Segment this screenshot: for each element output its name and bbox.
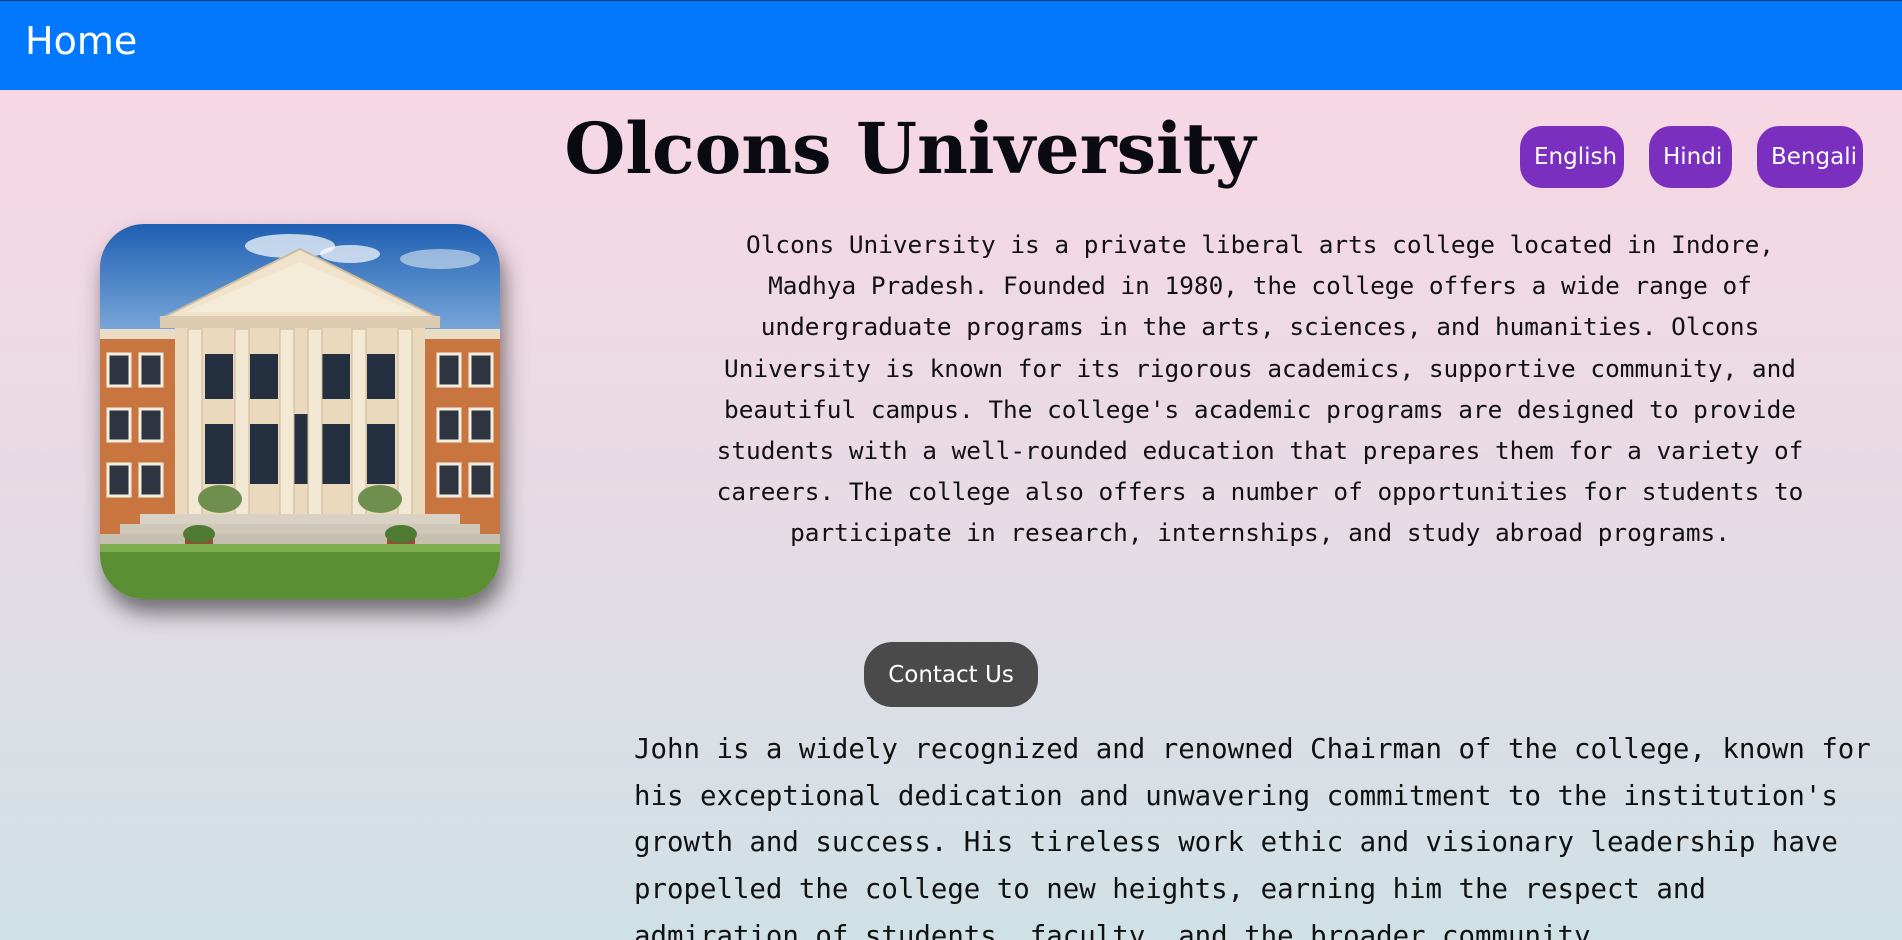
language-bengali-button[interactable]: Bengali [1757,126,1863,188]
campus-building-photo [100,224,500,599]
nav-home-link[interactable]: Home [25,15,137,67]
chairman-description: John is a widely recognized and renowned… [634,734,1871,940]
contact-us-button[interactable]: Contact Us [864,642,1038,707]
top-navbar: Home [0,0,1902,90]
university-description: Olcons University is a private liberal a… [716,230,1804,548]
campus-building-illustration [100,224,500,599]
language-english-button[interactable]: English [1520,126,1624,188]
language-hindi-button[interactable]: Hindi [1649,126,1732,188]
